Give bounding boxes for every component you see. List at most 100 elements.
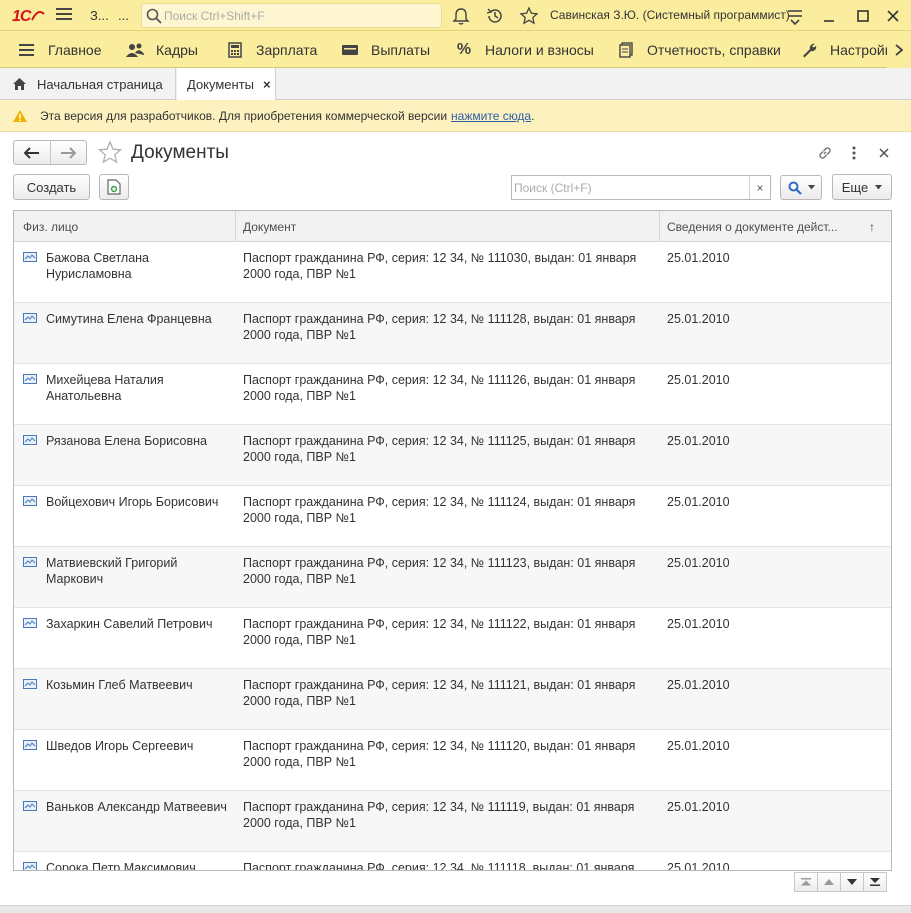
id-card-icon <box>23 862 37 870</box>
cell-document: Паспорт гражданина РФ, серия: 12 34, № 1… <box>243 617 636 647</box>
section-label: Настройк <box>830 41 891 58</box>
column-header-valid-date[interactable]: Сведения о документе дейст... <box>667 211 857 242</box>
close-tab-icon[interactable]: × <box>263 77 271 92</box>
section-label: Выплаты <box>371 41 431 58</box>
clear-search-button[interactable]: × <box>749 176 770 199</box>
cell-person: Шведов Игорь Сергеевич <box>46 739 194 753</box>
list-scroll-buttons <box>794 872 887 893</box>
cell-person: Сорока Петр Максимович <box>46 861 196 871</box>
cell-person: Захаркин Савелий Петрович <box>46 617 213 631</box>
table-row[interactable]: Михейцева Наталия Анатольевна Паспорт гра… <box>14 364 891 425</box>
bell-icon[interactable] <box>451 6 471 26</box>
cell-document: Паспорт гражданина РФ, серия: 12 34, № 1… <box>243 739 636 769</box>
current-user[interactable]: Савинская З.Ю. (Системный программист) <box>550 8 790 22</box>
app-logo: 1С <box>12 6 46 25</box>
cell-person: Ваньков Александр Матвеевич <box>46 800 227 814</box>
back-button[interactable] <box>14 141 50 164</box>
close-form-icon[interactable] <box>874 143 894 163</box>
cell-person: Рязанова Елена Борисовна <box>46 434 207 448</box>
tab-label: Начальная страница <box>37 76 163 92</box>
title-bar: 1С З... ... Савинская З.Ю. (Системный пр… <box>0 0 911 31</box>
documents-table[interactable]: Физ. лицо Документ Сведения о документе … <box>13 210 892 871</box>
section-label: Налоги и взносы <box>485 41 594 58</box>
table-row[interactable]: Бажова Светлана Нурисламовна Паспорт граж… <box>14 242 891 303</box>
page-title: Документы <box>131 142 229 163</box>
section-taxes[interactable]: % Налоги и взносы <box>455 31 594 68</box>
section-settings[interactable]: Настройк <box>800 31 891 68</box>
more-actions-button[interactable]: Еще <box>832 174 892 200</box>
search-options-button[interactable] <box>780 175 822 200</box>
cell-valid-date: 25.01.2010 <box>667 617 730 631</box>
table-row[interactable]: Рязанова Елена Борисовна Паспорт граждани… <box>14 425 891 486</box>
table-row[interactable]: Матвиевский Григорий Маркович Паспорт гра… <box>14 547 891 608</box>
maximize-icon[interactable] <box>853 6 873 26</box>
developer-version-notice: Эта версия для разработчиков. Для приобр… <box>0 100 911 132</box>
id-card-icon <box>23 374 37 384</box>
id-card-icon <box>23 496 37 506</box>
link-icon[interactable] <box>815 143 835 163</box>
table-row[interactable]: Симутина Елена Францевна Паспорт граждани… <box>14 303 891 364</box>
table-row[interactable]: Войцехович Игорь Борисович Паспорт гражда… <box>14 486 891 547</box>
section-salary[interactable]: Зарплата <box>226 31 317 68</box>
cell-valid-date: 25.01.2010 <box>667 678 730 692</box>
id-card-icon <box>23 618 37 628</box>
section-label: Главное <box>48 41 102 58</box>
cell-valid-date: 25.01.2010 <box>667 434 730 448</box>
more-actions-label: Еще <box>841 179 869 195</box>
table-row[interactable]: Козьмин Глеб Матвеевич Паспорт гражданина… <box>14 669 891 730</box>
create-button[interactable]: Создать <box>13 174 90 200</box>
column-header-document[interactable]: Документ <box>243 211 653 242</box>
purchase-link[interactable]: нажмите сюда <box>451 109 531 123</box>
cell-valid-date: 25.01.2010 <box>667 373 730 387</box>
hamburger-icon <box>18 41 36 59</box>
close-window-icon[interactable] <box>883 6 903 26</box>
create-from-file-button[interactable] <box>99 174 129 200</box>
app-title: З... <box>90 8 109 23</box>
table-row[interactable]: Шведов Игорь Сергеевич Паспорт гражданина… <box>14 730 891 791</box>
cell-valid-date: 25.01.2010 <box>667 556 730 570</box>
add-to-favorites-star-icon[interactable] <box>97 140 123 164</box>
forward-button[interactable] <box>49 141 86 164</box>
settings-menu-icon[interactable] <box>785 6 805 26</box>
section-hr[interactable]: Кадры <box>126 31 198 68</box>
cell-valid-date: 25.01.2010 <box>667 251 730 265</box>
list-search[interactable]: × <box>511 175 771 200</box>
chevron-down-icon <box>847 879 857 885</box>
app-title-more[interactable]: ... <box>118 8 129 23</box>
cell-person: Войцехович Игорь Борисович <box>46 495 219 509</box>
section-reports[interactable]: Отчетность, справки <box>617 31 781 68</box>
scroll-up-button[interactable] <box>817 872 841 892</box>
tab-home[interactable]: Начальная страница <box>0 68 176 100</box>
svg-text:1С: 1С <box>12 8 32 24</box>
search-icon <box>788 181 802 195</box>
cell-person: Козьмин Глеб Матвеевич <box>46 678 193 692</box>
cell-valid-date: 25.01.2010 <box>667 800 730 814</box>
arrow-left-icon <box>23 146 39 159</box>
section-label: Отчетность, справки <box>647 41 781 58</box>
scroll-bottom-icon <box>870 878 880 886</box>
scroll-to-top-button[interactable] <box>794 872 818 892</box>
table-row[interactable]: Сорока Петр Максимович Паспорт гражданина… <box>14 852 891 871</box>
more-vertical-icon[interactable] <box>844 143 864 163</box>
sections-scroll-right[interactable] <box>887 31 911 68</box>
history-icon[interactable] <box>485 6 505 26</box>
wallet-icon <box>341 41 359 59</box>
sort-ascending-icon[interactable]: ↑ <box>869 211 883 242</box>
section-payments[interactable]: Выплаты <box>341 31 430 68</box>
main-menu-icon[interactable] <box>56 8 72 22</box>
global-search[interactable] <box>141 3 442 28</box>
tab-documents[interactable]: Документы × <box>177 68 276 101</box>
id-card-icon <box>23 435 37 445</box>
table-row[interactable]: Захаркин Савелий Петрович Паспорт граждан… <box>14 608 891 669</box>
scroll-to-bottom-button[interactable] <box>863 872 887 892</box>
global-search-input[interactable] <box>164 7 434 24</box>
list-search-input[interactable] <box>514 179 746 197</box>
table-row[interactable]: Ваньков Александр Матвеевич Паспорт гражд… <box>14 791 891 852</box>
scroll-down-button[interactable] <box>840 872 864 892</box>
column-header-person[interactable]: Физ. лицо <box>23 211 233 242</box>
minimize-icon[interactable] <box>819 6 839 26</box>
cell-person: Матвиевский Григорий Маркович <box>46 556 178 586</box>
favorites-star-icon[interactable] <box>519 6 539 26</box>
wrench-icon <box>800 41 818 59</box>
section-main[interactable]: Главное <box>18 31 102 68</box>
